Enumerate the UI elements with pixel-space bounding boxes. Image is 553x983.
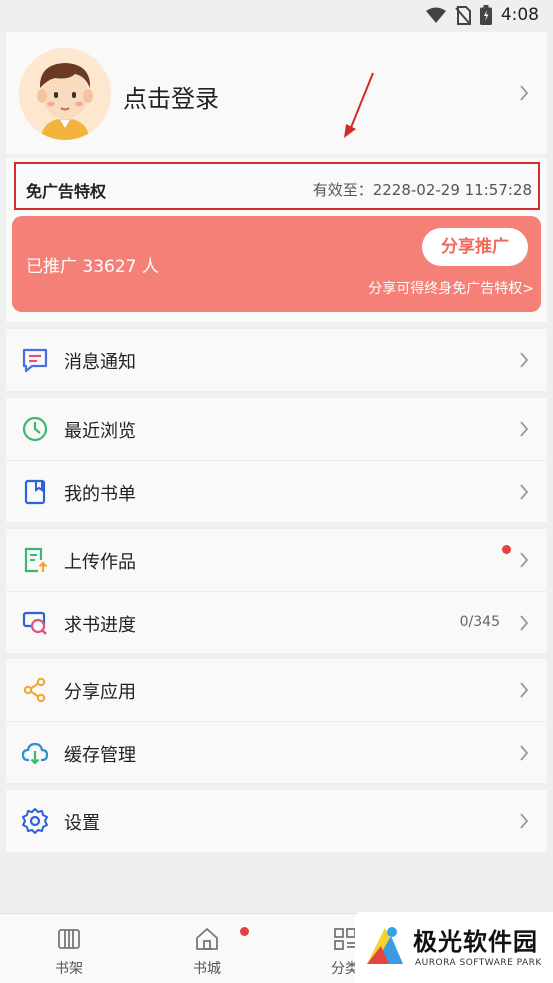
menu-label: 分享应用 (64, 682, 136, 703)
chevron-right-icon (520, 614, 529, 631)
menu-label: 求书进度 (64, 615, 136, 636)
menu-label: 上传作品 (64, 552, 136, 573)
request-progress-count: 0/345 (459, 614, 500, 630)
gear-icon (22, 808, 48, 834)
chevron-right-icon (520, 483, 529, 500)
chevron-right-icon (520, 744, 529, 761)
menu-item-booklist[interactable]: 我的书单 (6, 460, 547, 522)
menu-item-upload[interactable]: 上传作品 (6, 529, 547, 591)
home-icon (196, 928, 218, 950)
tab-label: 书城 (193, 961, 221, 977)
menu-item-request[interactable]: 求书进度 0/345 (6, 591, 547, 653)
clock: 4:08 (500, 5, 539, 25)
status-bar: 4:08 (0, 0, 553, 32)
ad-free-highlight: 免广告特权 有效至：2228-02-29 11:57:28 (14, 162, 540, 210)
menu-group-app: 分享应用 缓存管理 (6, 659, 547, 783)
chevron-right-icon (520, 682, 529, 698)
login-link[interactable]: 点击登录 (123, 79, 219, 114)
menu-group-settings: 设置 (6, 790, 547, 852)
menu-item-settings[interactable]: 设置 (6, 790, 547, 852)
menu-group-works: 上传作品 求书进度 0/345 (6, 529, 547, 653)
menu-label: 我的书单 (64, 484, 136, 505)
watermark-subtitle: AURORA SOFTWARE PARK (415, 958, 542, 968)
notification-dot (240, 927, 249, 936)
chevron-right-icon[interactable] (519, 85, 529, 101)
menu-item-messages[interactable]: 消息通知 (6, 329, 547, 391)
clock-icon (22, 416, 48, 442)
promo-hint-link[interactable]: 分享可得终身免广告特权> (368, 278, 534, 298)
menu-group-reading: 最近浏览 我的书单 (6, 398, 547, 522)
cloud-download-icon (21, 742, 49, 765)
tab-bookshelf[interactable]: 书架 (14, 914, 124, 983)
ad-free-title: 免广告特权 (26, 182, 107, 201)
menu-item-cache[interactable]: 缓存管理 (6, 721, 547, 783)
menu-item-share-app[interactable]: 分享应用 (6, 659, 547, 721)
menu-label: 消息通知 (64, 352, 136, 373)
search-book-icon (22, 611, 47, 635)
bookshelf-icon (58, 929, 80, 949)
chevron-right-icon (520, 552, 529, 568)
no-sim-icon (455, 5, 471, 25)
menu-group-messages: 消息通知 (6, 329, 547, 391)
notification-dot (502, 545, 511, 554)
promo-banner: 已推广 33627 人 分享推广 分享可得终身免广告特权> (12, 216, 541, 312)
battery-icon (479, 5, 492, 25)
share-promote-button[interactable]: 分享推广 (422, 228, 528, 266)
chevron-right-icon (520, 421, 529, 437)
watermark-title: 极光软件园 (413, 928, 538, 956)
promo-count: 已推广 33627 人 (26, 257, 159, 277)
upload-document-icon (24, 547, 48, 573)
aurora-logo-icon (367, 927, 403, 964)
share-icon (23, 677, 46, 703)
menu-label: 设置 (64, 813, 100, 834)
tab-label: 书架 (55, 961, 83, 977)
menu-label: 缓存管理 (64, 745, 136, 766)
wifi-icon (425, 7, 446, 23)
profile-card[interactable]: 点击登录 (6, 32, 547, 154)
watermark: 极光软件园 AURORA SOFTWARE PARK (355, 912, 553, 983)
chevron-right-icon (520, 352, 529, 368)
message-icon (22, 348, 48, 373)
ad-free-card: 免广告特权 有效至：2228-02-29 11:57:28 已推广 33627 … (6, 158, 547, 322)
book-icon (24, 479, 46, 505)
tab-bookstore[interactable]: 书城 (152, 914, 262, 983)
avatar[interactable] (19, 48, 111, 140)
menu-item-recent[interactable]: 最近浏览 (6, 398, 547, 460)
chevron-right-icon (520, 813, 529, 829)
menu-label: 最近浏览 (64, 421, 136, 442)
ad-free-expiry: 有效至：2228-02-29 11:57:28 (312, 181, 532, 199)
